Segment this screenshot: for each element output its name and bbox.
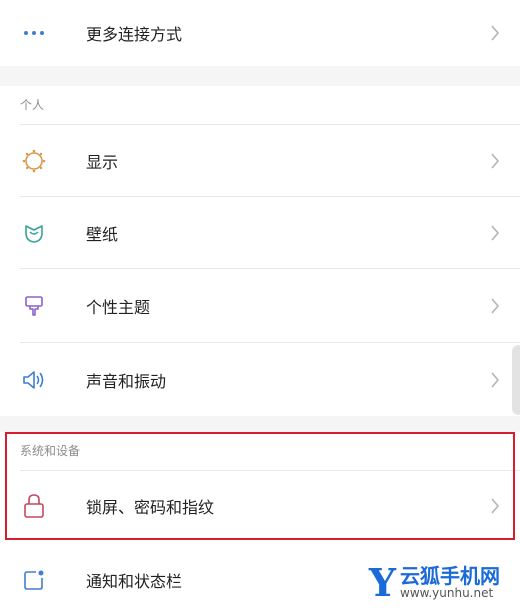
personal-group: 个人 显示 壁纸 个性主题 声音和振动 <box>0 86 520 416</box>
divider <box>20 196 520 197</box>
watermark-logo: Y <box>368 560 396 605</box>
watermark-name: 云狐手机网 <box>400 564 500 589</box>
top-group: 更多连接方式 <box>0 0 520 66</box>
divider <box>20 124 520 125</box>
settings-item-theme[interactable]: 个性主题 <box>0 270 520 342</box>
chevron-right-icon <box>488 22 502 44</box>
settings-item-wallpaper[interactable]: 壁纸 <box>0 198 520 268</box>
chevron-right-icon <box>488 369 502 391</box>
divider <box>20 470 520 471</box>
settings-item-lockscreen[interactable]: 锁屏、密码和指纹 <box>0 472 520 540</box>
settings-item-label: 壁纸 <box>86 225 119 244</box>
settings-item-sound[interactable]: 声音和振动 <box>0 344 520 416</box>
chevron-right-icon <box>488 295 502 317</box>
notification-icon <box>20 566 48 594</box>
more-dots-icon <box>20 19 48 47</box>
section-header-system: 系统和设备 <box>20 444 81 458</box>
settings-item-label: 声音和振动 <box>86 372 167 391</box>
watermark-text: 云狐手机网 www.yunhu.net <box>400 565 500 600</box>
section-header-personal: 个人 <box>20 98 45 112</box>
settings-item-display[interactable]: 显示 <box>0 126 520 196</box>
settings-item-label: 通知和状态栏 <box>86 572 183 591</box>
more-connection-item[interactable]: 更多连接方式 <box>0 0 520 66</box>
chevron-right-icon <box>488 222 502 244</box>
divider <box>20 342 520 343</box>
chevron-right-icon <box>488 150 502 172</box>
settings-item-label: 显示 <box>86 153 119 172</box>
more-connection-label: 更多连接方式 <box>86 25 183 44</box>
edge-handle[interactable] <box>512 345 520 415</box>
lock-icon <box>20 492 48 520</box>
speaker-icon <box>20 366 48 394</box>
divider <box>20 268 520 269</box>
settings-item-label: 个性主题 <box>86 298 151 317</box>
theme-brush-icon <box>20 292 48 320</box>
chevron-right-icon <box>488 495 502 517</box>
sun-icon <box>20 147 48 175</box>
watermark-url: www.yunhu.net <box>400 586 494 601</box>
wallpaper-flower-icon <box>20 219 48 247</box>
settings-item-label: 锁屏、密码和指纹 <box>86 498 215 517</box>
watermark: Y 云狐手机网 www.yunhu.net <box>369 564 500 602</box>
